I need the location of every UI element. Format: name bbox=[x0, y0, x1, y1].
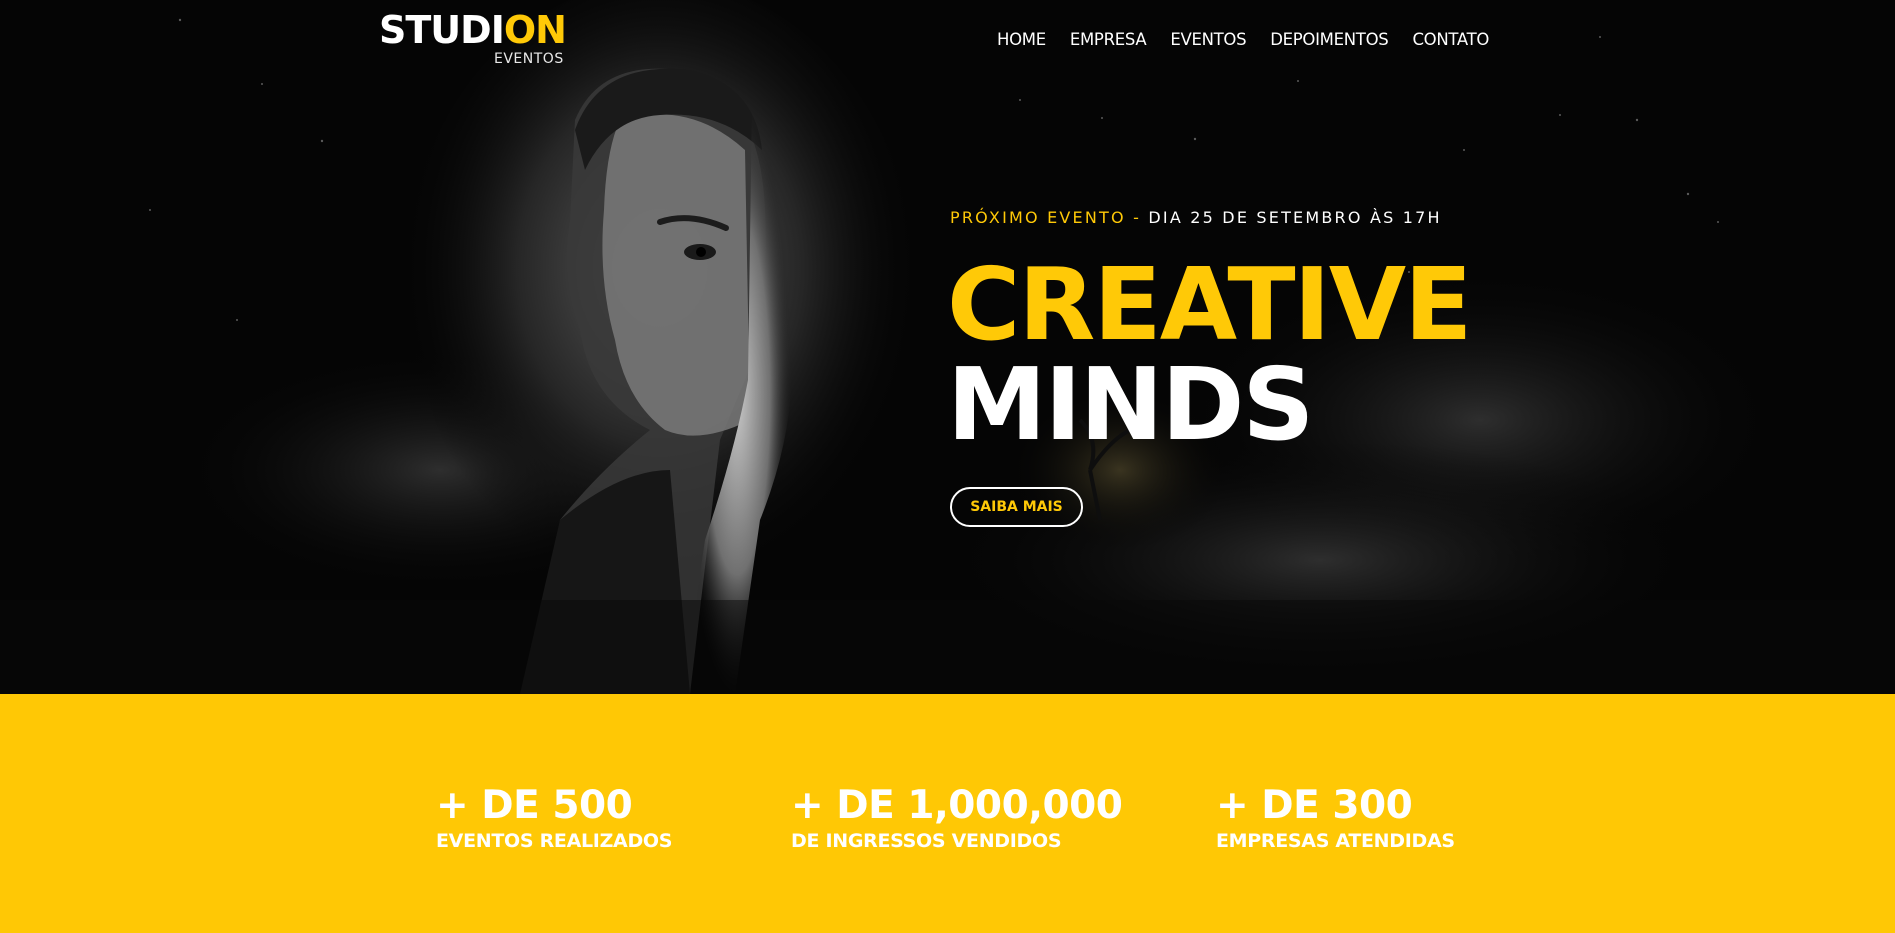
stat-label: EVENTOS REALIZADOS bbox=[436, 830, 673, 852]
nav-item-depoimentos[interactable]: DEPOIMENTOS bbox=[1270, 28, 1388, 52]
nav-item-home[interactable]: HOME bbox=[997, 28, 1046, 52]
stat-label: DE INGRESSOS VENDIDOS bbox=[791, 830, 1062, 852]
hero-section: STUDION EVENTOS HOME EMPRESA EVENTOS DEP… bbox=[0, 0, 1895, 694]
nav-item-contato[interactable]: CONTATO bbox=[1412, 28, 1489, 52]
nav-item-eventos[interactable]: EVENTOS bbox=[1170, 28, 1246, 52]
logo-subtitle: EVENTOS bbox=[494, 51, 564, 67]
saiba-mais-button[interactable]: SAIBA MAIS bbox=[950, 487, 1083, 527]
stat-label: EMPRESAS ATENDIDAS bbox=[1216, 830, 1455, 852]
logo-text-accent: ON bbox=[503, 8, 567, 52]
stat-value: + DE 1,000,000 bbox=[791, 783, 1123, 828]
logo[interactable]: STUDION EVENTOS bbox=[379, 8, 569, 70]
stat-ingressos: + DE 1,000,000 DE INGRESSOS VENDIDOS bbox=[791, 783, 1123, 853]
stat-empresas: + DE 300 EMPRESAS ATENDIDAS bbox=[1216, 786, 1455, 853]
nav-item-empresa[interactable]: EMPRESA bbox=[1070, 28, 1147, 52]
logo-text-white: STUDI bbox=[379, 8, 505, 52]
next-event-line: PRÓXIMO EVENTO - DIA 25 DE SETEMBRO ÀS 1… bbox=[950, 206, 1442, 230]
logo-wordmark: STUDION bbox=[379, 8, 567, 52]
main-nav: HOME EMPRESA EVENTOS DEPOIMENTOS CONTATO bbox=[997, 28, 1489, 52]
next-event-label: PRÓXIMO EVENTO bbox=[950, 208, 1126, 227]
stat-value: + DE 500 bbox=[436, 783, 633, 828]
headline-line-1: CREATIVE bbox=[947, 246, 1472, 363]
headline-line-2: MINDS bbox=[947, 346, 1314, 463]
next-event-date: DIA 25 DE SETEMBRO ÀS 17H bbox=[1148, 208, 1442, 227]
next-event-separator: - bbox=[1133, 208, 1142, 227]
hero-headline: CREATIVE MINDS bbox=[947, 246, 1472, 463]
stat-eventos: + DE 500 EVENTOS REALIZADOS bbox=[436, 786, 672, 853]
stat-value: + DE 300 bbox=[1216, 783, 1413, 828]
stats-band: + DE 500 EVENTOS REALIZADOS + DE 1,000,0… bbox=[0, 694, 1895, 933]
